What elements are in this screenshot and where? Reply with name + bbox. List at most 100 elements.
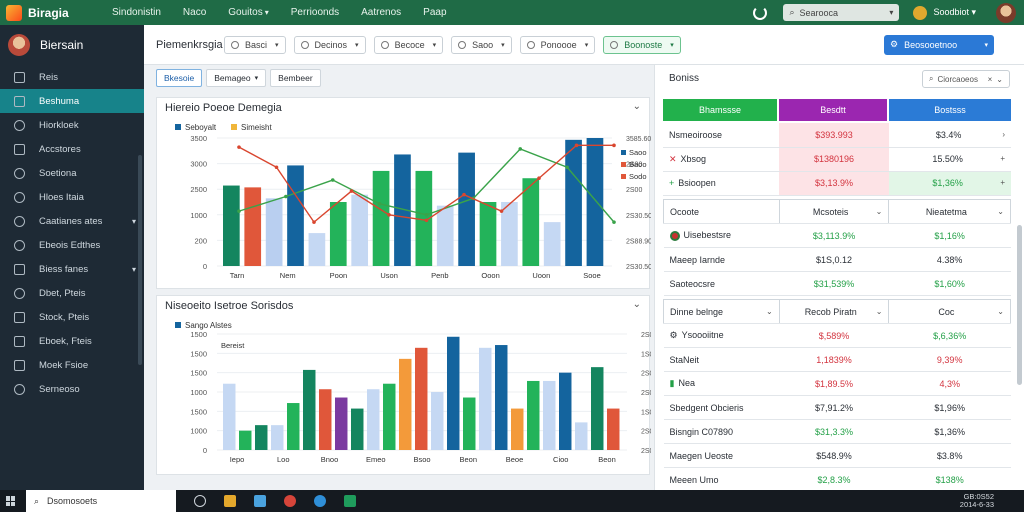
chart-bar[interactable] (415, 347, 428, 450)
sidebar-item-eboek-fteis[interactable]: Eboek, Fteis (0, 329, 144, 353)
chart-bar[interactable] (543, 380, 556, 450)
sidebar-item-ebeois-edthes[interactable]: Ebeois Edthes (0, 233, 144, 257)
chart-bar[interactable] (607, 408, 620, 450)
sidebar-scrollbar[interactable] (138, 155, 142, 365)
sidebar-item-hloes-itaia[interactable]: Hloes Itaia (0, 185, 144, 209)
chart-bar[interactable] (244, 187, 262, 266)
section-filter-mcsoteis[interactable]: Mcsoteis ⌄ (778, 199, 890, 224)
tab-bembeer[interactable]: Bembeer (270, 69, 321, 87)
primary-action-button[interactable]: ⚙ Beosooetnoo ▾ (884, 34, 994, 55)
column-header-besdtt[interactable]: Besdtt (779, 99, 887, 121)
toolbar-button-boonoste[interactable]: Boonoste ▾ (603, 35, 681, 54)
chart-bar[interactable] (495, 345, 508, 450)
table-row[interactable]: + Bsioopen $3,13.9% $1,36% + (663, 171, 1011, 196)
sidebar-item-soetiona[interactable]: Soetiona (0, 161, 144, 185)
chart-bar[interactable] (565, 139, 582, 266)
chevron-down-icon[interactable]: ⌄ (633, 101, 641, 112)
table-row[interactable]: Uisebestsre $3,113.9% $1,16% (663, 223, 1011, 248)
chart-bar[interactable] (543, 222, 561, 266)
tab-bkesoie[interactable]: Bkesoie (156, 69, 203, 87)
chart-bar[interactable] (501, 202, 518, 266)
app-logo[interactable] (6, 4, 22, 21)
chevron-down-icon[interactable]: ⌄ (633, 299, 641, 310)
table-row[interactable]: ✕ Xbsog $1380196 15.50% + (663, 147, 1011, 172)
windows-icon[interactable] (6, 496, 16, 506)
chart-bar[interactable] (303, 369, 316, 450)
edge-icon[interactable] (314, 495, 326, 507)
chart-bar[interactable] (591, 367, 604, 450)
table-row[interactable]: ⚙ Ysoooiitne $,589% $,6,36% (663, 323, 1011, 348)
user-name[interactable]: Soodbiot ▾ (933, 7, 976, 18)
nav-item-perrioonds[interactable]: Perrioonds (291, 7, 339, 18)
chart-bar[interactable] (287, 165, 304, 266)
chart-bar[interactable] (372, 170, 390, 266)
browser-icon[interactable] (284, 495, 296, 507)
nav-item-naco[interactable]: Naco (183, 7, 206, 18)
section-filter-recob-piratn[interactable]: Recob Piratn ⌄ (778, 299, 890, 324)
chart-bar[interactable] (383, 383, 396, 450)
sidebar-user[interactable]: Biersain (0, 25, 144, 65)
table-row[interactable]: Sbedgent Obcieris $7,91.2% $1,96% (663, 395, 1011, 420)
table-row[interactable]: Maeep Iarnde $1S,0.12 4.38% (663, 247, 1011, 272)
chart-bar[interactable] (271, 425, 284, 450)
chart-bar[interactable] (351, 194, 369, 266)
sidebar-item-reis[interactable]: Reis (0, 65, 144, 89)
chart-bar[interactable] (265, 198, 283, 266)
chart-bar[interactable] (575, 422, 588, 450)
panel-search[interactable]: ⌕ Ciorcaoeos × ⌄ (922, 70, 1010, 88)
panel-scrollbar[interactable] (1017, 225, 1022, 385)
user-avatar[interactable] (996, 2, 1016, 23)
chart-bar[interactable] (308, 233, 326, 266)
section-filter-nieatetma[interactable]: Nieatetma ⌄ (888, 199, 1011, 224)
chart-bar[interactable] (458, 152, 475, 266)
column-header-bostsss[interactable]: Bostsss (889, 99, 1011, 121)
sidebar-item-moek-fsioe[interactable]: Moek Fsioe (0, 353, 144, 377)
chart-bar[interactable] (287, 403, 300, 450)
nav-item-sindonistin[interactable]: Sindonistin (112, 7, 161, 18)
toolbar-button-saoo[interactable]: Saoo ▾ (451, 35, 512, 54)
sidebar-item-caatianes-ates[interactable]: Caatianes ates ▾ (0, 209, 144, 233)
chart-bar[interactable] (351, 408, 364, 450)
sidebar-item-dbet-pteis[interactable]: Dbet, Pteis (0, 281, 144, 305)
section-filter-dinne-belnge[interactable]: Dinne belnge ⌄ (663, 299, 780, 324)
table-row[interactable]: Bisngin C07890 $31,3.3% $1,36% (663, 419, 1011, 444)
tab-bemageo[interactable]: Bemageo ▾ (206, 69, 267, 87)
chart-bar[interactable] (431, 392, 444, 450)
chart-bar[interactable] (239, 430, 252, 450)
column-header-bhamssse[interactable]: Bhamssse (663, 99, 777, 121)
section-filter-coc[interactable]: Coc ⌄ (888, 299, 1011, 324)
section-filter-ocoote[interactable]: Ocoote (663, 199, 780, 224)
nav-item-paap[interactable]: Paap (423, 7, 446, 18)
chart-bar[interactable] (436, 205, 454, 266)
top-search-select[interactable]: ⌕ Searooca ▾ (783, 4, 900, 21)
spreadsheet-icon[interactable] (344, 495, 356, 507)
chart-bar[interactable] (463, 397, 476, 450)
sidebar-item-hiorkloek[interactable]: Hiorkloek (0, 113, 144, 137)
chart-bar[interactable] (559, 372, 572, 450)
chart-bar[interactable] (479, 202, 497, 266)
chart-bar[interactable] (479, 347, 492, 450)
arrow-icon[interactable]: › (1002, 130, 1005, 139)
table-row[interactable]: StaNeit 1,1839% 9,39% (663, 347, 1011, 372)
nav-item-aatrenos[interactable]: Aatrenos (361, 7, 401, 18)
sidebar-item-beshuma[interactable]: Beshuma (0, 89, 144, 113)
toolbar-button-basci[interactable]: Basci ▾ (224, 35, 286, 54)
chart-bar[interactable] (329, 202, 347, 266)
chart-bar[interactable] (586, 138, 604, 266)
chart-bar[interactable] (527, 380, 540, 450)
toolbar-button-ponoooe[interactable]: Ponoooe ▾ (519, 35, 596, 54)
table-row[interactable]: Maegen Ueoste $548.9% $3.8% (663, 443, 1011, 468)
arrow-icon[interactable]: + (1000, 178, 1005, 187)
chart-bar[interactable] (447, 336, 460, 450)
sidebar-item-biess-fanes[interactable]: Biess fanes ▾ (0, 257, 144, 281)
sidebar-item-accstores[interactable]: Accstores (0, 137, 144, 161)
table-row[interactable]: ▮ Nea $1,89.5% 4,3% (663, 371, 1011, 396)
toolbar-button-becoce[interactable]: Becoce ▾ (373, 35, 444, 54)
chart-bar[interactable] (511, 408, 524, 450)
taskbar-search[interactable]: ⌕ Dsomosoets (26, 490, 176, 512)
arrow-icon[interactable]: + (1000, 154, 1005, 163)
chart-bar[interactable] (335, 397, 348, 450)
chart-bar[interactable] (399, 358, 412, 450)
circle-icon[interactable] (194, 495, 206, 507)
explorer-icon[interactable] (254, 495, 266, 507)
